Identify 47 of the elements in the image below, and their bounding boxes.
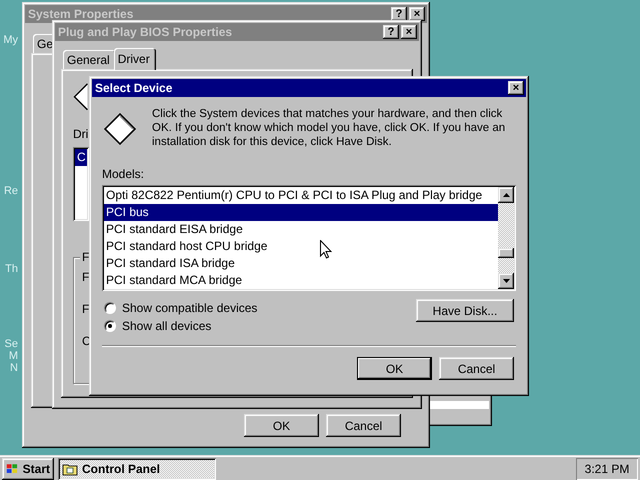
start-button[interactable]: Start — [2, 458, 54, 480]
tab[interactable]: General — [63, 50, 116, 69]
help-button[interactable]: ? — [391, 7, 407, 21]
cancel-button[interactable]: Cancel — [439, 357, 514, 380]
scroll-down-button[interactable] — [498, 273, 514, 289]
up-arrow-icon — [502, 193, 510, 197]
list-item[interactable]: C — [75, 148, 87, 166]
field-label: F — [82, 302, 90, 316]
instruction-text: Click the System devices that matches your hardware, and then click OK. If you don't know which model you have, click OK. If you have an installation disk for this device, click Have Disk. — [152, 107, 506, 149]
list-item[interactable]: PCI standard host CPU bridge — [104, 238, 498, 255]
scrollbar[interactable] — [498, 187, 514, 289]
clock: 3:21 PM — [576, 458, 638, 480]
cancel-button[interactable]: Cancel — [326, 414, 401, 437]
window-title: System Properties — [28, 7, 134, 21]
window-title: Plug and Play BIOS Properties — [58, 25, 234, 39]
taskbar-button[interactable]: Control Panel — [58, 458, 216, 480]
list-item[interactable]: PCI standard EISA bridge — [104, 221, 498, 238]
list-label: Dri — [73, 126, 88, 141]
radio-button[interactable] — [104, 320, 116, 332]
diamond-icon — [104, 113, 136, 145]
window-title: Select Device — [95, 81, 174, 95]
diamond-icon — [73, 83, 88, 111]
folder-icon — [62, 462, 78, 476]
models-list[interactable]: Opti 82C822 Pentium(r) CPU to PCI & PCI to ISA Plug and Play bridge PCI bus PCI standard EISA bridge PCI standard host CPU bridge PCI standard ISA bridge PCI standard MCA bridge — [102, 185, 516, 291]
down-arrow-icon — [502, 279, 510, 283]
field-label: F — [82, 270, 90, 284]
list-item[interactable]: Opti 82C822 Pentium(r) CPU to PCI & PCI to ISA Plug and Play bridge — [104, 187, 498, 204]
help-button[interactable]: ? — [383, 25, 399, 39]
close-button[interactable]: × — [508, 81, 524, 95]
radio-button[interactable] — [104, 302, 116, 314]
mouse-cursor-icon — [320, 240, 332, 259]
windows-flag-icon — [6, 462, 19, 476]
driver-list[interactable]: C — [73, 146, 89, 221]
scroll-thumb[interactable] — [498, 248, 514, 258]
list-item[interactable]: PCI standard MCA bridge — [104, 272, 498, 289]
have-disk-button[interactable]: Have Disk... — [416, 299, 514, 322]
list-item[interactable]: PCI bus — [104, 204, 498, 221]
radio-label[interactable]: Show all devices — [122, 319, 212, 333]
list-item[interactable]: PCI standard ISA bridge — [104, 255, 498, 272]
ok-button[interactable]: OK — [357, 357, 432, 380]
scroll-up-button[interactable] — [498, 187, 514, 203]
radio-label[interactable]: Show compatible devices — [122, 301, 258, 315]
models-label: Models: — [102, 167, 144, 181]
ok-button[interactable]: OK — [244, 414, 319, 437]
tab[interactable]: Driver — [114, 48, 156, 70]
close-button[interactable]: × — [409, 7, 425, 21]
close-button[interactable]: × — [401, 25, 417, 39]
